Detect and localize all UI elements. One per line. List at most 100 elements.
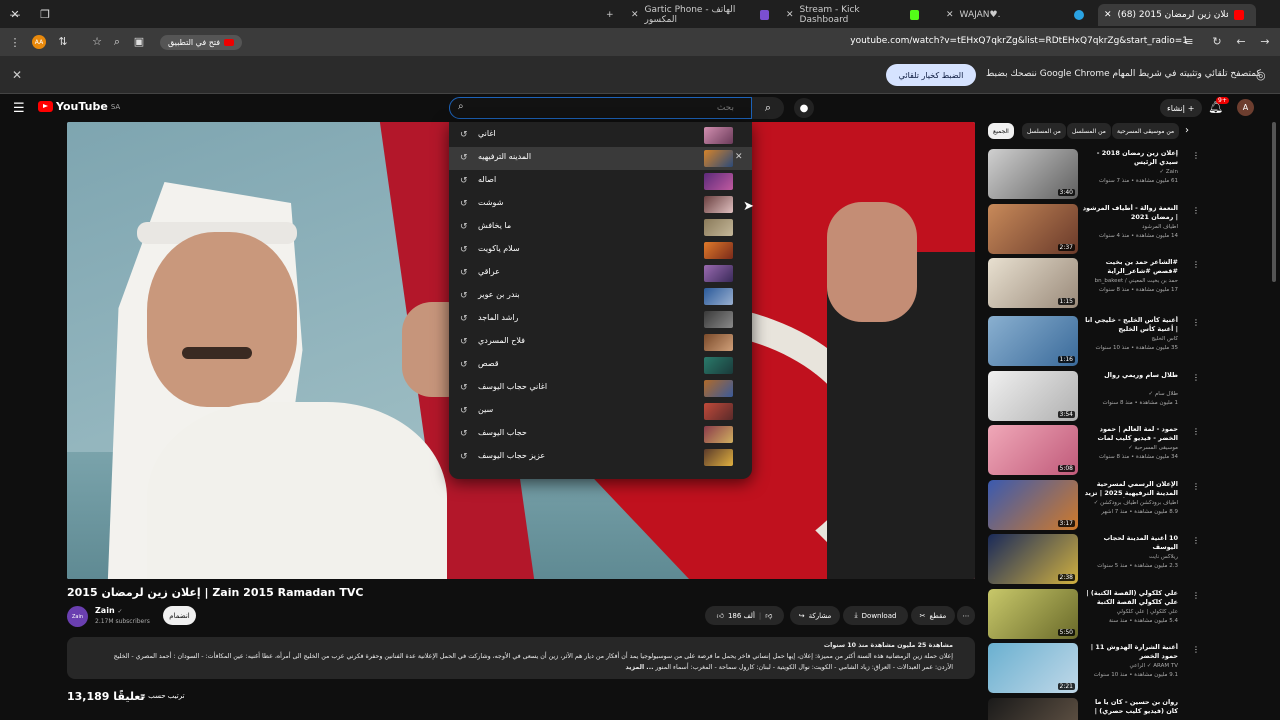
new-tab-button[interactable]: +: [600, 4, 620, 26]
suggestion-item[interactable]: ↺ المدينه الترفيهيه ✕: [449, 147, 752, 170]
video-thumbnail: 1:15: [988, 258, 1078, 308]
thumbs-down-icon[interactable]: 👎︎: [765, 611, 772, 620]
more-vert-icon[interactable]: ⋮: [1192, 427, 1200, 436]
search-input[interactable]: [474, 101, 734, 115]
window-close-icon[interactable]: ✕: [0, 0, 30, 28]
sort-comments-button[interactable]: ≡ ترتيب حسب: [140, 692, 185, 700]
close-icon[interactable]: ✕: [631, 10, 639, 20]
cast-icon[interactable]: ▣: [128, 35, 150, 48]
more-actions-button[interactable]: ⋯: [957, 606, 975, 625]
forward-icon[interactable]: ←: [1230, 35, 1252, 48]
more-vert-icon[interactable]: ⋮: [1192, 645, 1200, 654]
suggestion-label: عراقي: [478, 267, 500, 276]
close-icon[interactable]: ✕: [786, 10, 794, 20]
chip-all[interactable]: الجميع: [988, 123, 1014, 139]
tab-youtube-active[interactable]: ✕ (68) إعلان زين لرمضان 2015 | be: [1098, 4, 1256, 26]
suggestion-item[interactable]: ↺ فلاح المسردي: [449, 331, 752, 354]
history-icon: ↺: [460, 314, 468, 324]
set-default-button[interactable]: الضبط كخيار تلقائي: [886, 64, 976, 86]
channel-name[interactable]: Zain ✓: [95, 606, 122, 615]
duration-badge: 1:16: [1057, 356, 1075, 363]
description-more-link[interactable]: ... المزيد: [625, 664, 653, 671]
reload-icon[interactable]: ↻: [1206, 35, 1228, 48]
suggestion-item[interactable]: ↺ ما يخافش: [449, 216, 752, 239]
suggestion-item[interactable]: ↺ قصص: [449, 354, 752, 377]
more-vert-icon[interactable]: ⋮: [1192, 482, 1200, 491]
recommended-video[interactable]: 3:17 الإعلان الرسمي لمسرحية المدينة التر…: [988, 480, 1200, 532]
url-field[interactable]: youtube.com/watch?v=tEHxQ7qkrZg&list=RDt…: [850, 36, 1188, 46]
youtube-logo[interactable]: YouTube SA: [38, 100, 120, 113]
chip-filter[interactable]: من موسيقى المسرحية: [1112, 123, 1180, 139]
more-menu-icon[interactable]: ⋮: [4, 36, 26, 49]
suggestion-item[interactable]: ↺ حجاب اليوسف: [449, 423, 752, 446]
suggestion-item[interactable]: ↺ اغاني حجاب اليوسف: [449, 377, 752, 400]
chrome-icon: ◎: [1256, 69, 1266, 82]
suggestion-item[interactable]: ↺ اصاله: [449, 170, 752, 193]
channel-avatar[interactable]: Zain: [67, 606, 88, 627]
suggestion-item[interactable]: ↺ سلام ياكويت: [449, 239, 752, 262]
history-icon: ↺: [460, 268, 468, 278]
install-icon[interactable]: ⇅: [52, 35, 74, 48]
back-icon[interactable]: →: [1254, 35, 1276, 48]
create-button[interactable]: إنشاء +: [1160, 99, 1202, 117]
recommended-video[interactable]: 3:54 طلال سام وريمي روال طلال سام ✓ 1 مل…: [988, 371, 1200, 423]
download-button[interactable]: ⤓ Download: [843, 606, 908, 625]
channel-name: Zain ✓: [1159, 169, 1178, 175]
recommended-video[interactable]: 2:38 10 أغنية المدينة لحجاب اليوسف ريلاك…: [988, 534, 1200, 586]
sort-icon: ≡: [140, 692, 146, 700]
close-icon[interactable]: ✕: [1104, 10, 1112, 20]
tab-gartic-phone[interactable]: ✕ Gartic Phone - الهاتف المكسور: [625, 4, 775, 26]
page-scrollbar[interactable]: [1272, 122, 1276, 282]
voice-search-button[interactable]: ●: [794, 98, 814, 118]
suggestion-item[interactable]: ↺ شوشت: [449, 193, 752, 216]
video-thumbnail: 2:21: [988, 643, 1078, 693]
suggestion-item[interactable]: ↺ سين: [449, 400, 752, 423]
recommended-video[interactable]: روان بن حسين - كان يا ما كان (فيديو كليب…: [988, 698, 1188, 720]
more-vert-icon[interactable]: ⋮: [1192, 151, 1200, 160]
recommended-video[interactable]: 5:50 علي كلكولي (القصة الكتبة) | علي كلك…: [988, 589, 1200, 641]
remove-suggestion-icon[interactable]: ✕: [735, 152, 743, 162]
video-title: الإعلان الرسمي لمسرحية المدينة الترفيهية…: [1084, 480, 1178, 497]
search-button[interactable]: ⌕: [752, 97, 784, 119]
account-avatar[interactable]: A: [1237, 99, 1254, 116]
history-icon: ↺: [460, 360, 468, 370]
bookmark-star-icon[interactable]: ☆: [86, 35, 108, 48]
open-in-app-button[interactable]: فتح في التطبيق: [160, 35, 243, 50]
more-vert-icon[interactable]: ⋮: [1192, 373, 1200, 382]
recommended-video[interactable]: 5:08 حمود - لمة العالم | حمود الخضر - في…: [988, 425, 1200, 477]
suggestion-item[interactable]: ↺ بندر بن عوير: [449, 285, 752, 308]
more-vert-icon[interactable]: ⋮: [1192, 206, 1200, 215]
recommended-video[interactable]: 2:37 النعمة زوالة - أطياف المرشود | رمضا…: [988, 204, 1200, 256]
recommended-video[interactable]: 1:15 #الشاعر حمد بن بخيت #قصص #شاعر_الرا…: [988, 258, 1200, 310]
recommended-video[interactable]: 2:21 أغنية الشرارة الهدوش 11 | حمود الخض…: [988, 643, 1200, 695]
close-icon[interactable]: ✕: [12, 68, 22, 82]
suggestion-item[interactable]: ↺ عراقي: [449, 262, 752, 285]
hamburger-menu-icon[interactable]: ☰: [13, 101, 25, 116]
more-vert-icon[interactable]: ⋮: [1192, 318, 1200, 327]
like-button[interactable]: 👍︎ 186 ألف | 👎︎: [705, 606, 784, 625]
notification-badge: 9+: [1216, 97, 1229, 104]
notifications-button[interactable]: 🔔︎ 9+: [1208, 97, 1229, 114]
chip-filter[interactable]: من المسلسل: [1067, 123, 1111, 139]
history-icon: ↺: [460, 245, 468, 255]
suggestion-item[interactable]: ↺ اغاني: [449, 124, 752, 147]
join-button[interactable]: انضمام: [163, 606, 196, 625]
close-icon[interactable]: ✕: [946, 10, 954, 20]
more-vert-icon[interactable]: ⋮: [1192, 260, 1200, 269]
recommended-video[interactable]: 1:16 أغنية كأس الخليج - خليجي انا | أغني…: [988, 316, 1200, 368]
clip-button[interactable]: ✂ مقطع: [911, 606, 955, 625]
profile-avatar[interactable]: AA: [32, 35, 46, 49]
chevron-right-icon[interactable]: ›: [1185, 125, 1189, 136]
video-description[interactable]: مشاهدة 25 مليون مشاهدة منذ 10 سنوات إعلا…: [67, 637, 975, 679]
share-button[interactable]: ↪ مشاركة: [790, 606, 840, 625]
more-vert-icon[interactable]: ⋮: [1192, 536, 1200, 545]
suggestion-item[interactable]: ↺ عزيز حجاب اليوسف: [449, 446, 752, 469]
chip-filter[interactable]: من المسلسل: [1022, 123, 1066, 139]
more-vert-icon[interactable]: ⋮: [1192, 591, 1200, 600]
recommended-video[interactable]: 3:40 إعلان زين رمضان 2018 - سيدي الرئيس …: [988, 149, 1200, 201]
tab-kick-dashboard[interactable]: ✕ Stream - Kick Dashboard: [780, 4, 925, 26]
zoom-icon[interactable]: ⌕: [106, 35, 128, 49]
window-restore-icon[interactable]: ❐: [30, 0, 60, 28]
suggestion-item[interactable]: ↺ راشد الماجد: [449, 308, 752, 331]
tab-wajan[interactable]: ✕ WAJAN♥.: [940, 4, 1090, 26]
